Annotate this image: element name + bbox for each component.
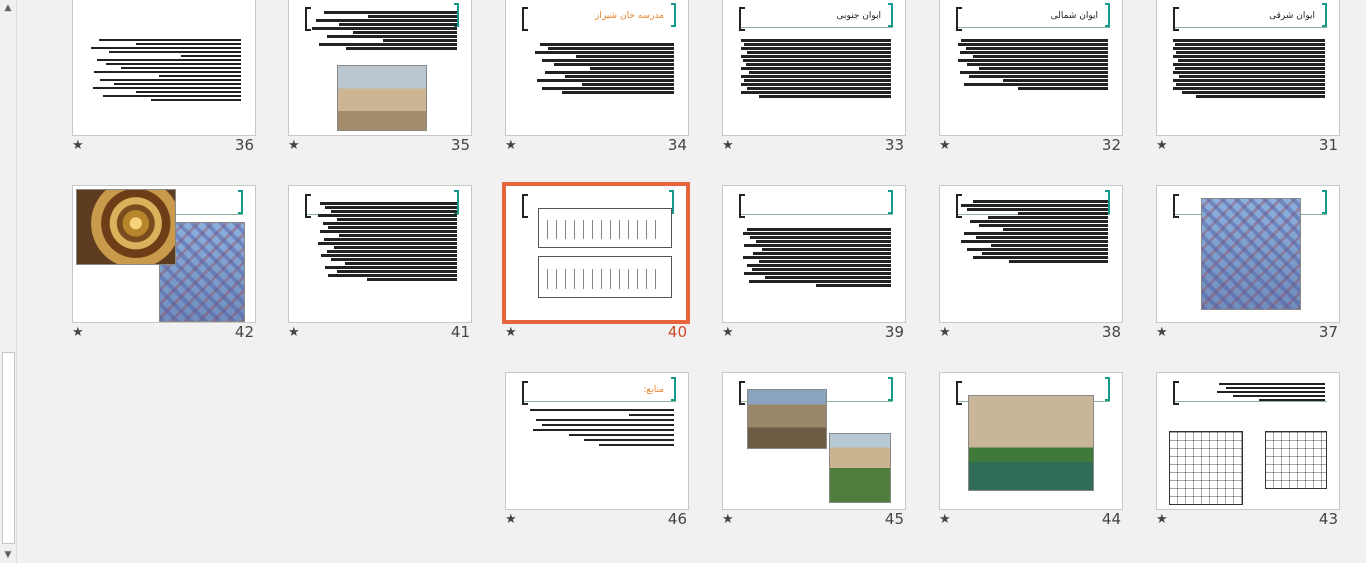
slide-number: 39 [884,323,904,341]
slide-number: 36 [234,136,254,154]
slide-star-icon: ★ [939,325,951,340]
slide-body-text [309,11,457,51]
slide-thumbnail-32[interactable]: ایوان شمالی ★ 32 [939,0,1123,158]
slide-thumbnail-33[interactable]: ایوان جنوبی ★ 33 [722,0,906,158]
slide-star-icon: ★ [1156,325,1168,340]
slide-thumbnail-39[interactable]: ★ 39 [722,185,906,345]
slide-star-icon: ★ [722,325,734,340]
slide-number: 32 [1101,136,1121,154]
slide-preview [1156,372,1340,510]
slide-body-text [91,39,241,103]
slide-body-text [958,39,1108,91]
slide-preview: ایوان جنوبی [722,0,906,136]
slide-thumbnail-42[interactable]: ★ 42 [72,185,256,345]
slide-photo [337,65,427,131]
slide-photo [968,395,1094,491]
slide-number: 37 [1318,323,1338,341]
slide-thumbnail-45[interactable]: ★ 45 [722,372,906,532]
floor-plan-drawing [1265,431,1327,489]
slide-body-text [1173,39,1325,99]
slide-thumbnail-37[interactable]: ★ 37 [1156,185,1340,345]
slide-thumbnail-46[interactable]: منابع: ★ 46 [505,372,689,532]
slide-title: ایوان جنوبی [836,11,881,21]
slide-thumbnail-31[interactable]: ایوان شرقی ★ 31 [1156,0,1340,158]
slide-thumbnail-41[interactable]: ★ 41 [288,185,472,345]
slide-body-text [1215,383,1325,403]
slide-preview [939,185,1123,323]
slide-star-icon: ★ [72,138,84,153]
slide-preview [722,372,906,510]
slide-star-icon: ★ [288,325,300,340]
slide-star-icon: ★ [722,138,734,153]
slide-preview [502,182,690,324]
slide-title: مدرسه خان شیراز [595,11,664,21]
scroll-down-icon[interactable]: ▼ [0,547,16,563]
slide-star-icon: ★ [1156,138,1168,153]
slide-photo [747,389,827,449]
slide-star-icon: ★ [72,325,84,340]
slide-star-icon: ★ [288,138,300,153]
slide-preview [288,185,472,323]
vertical-scrollbar[interactable]: ▲ ▼ [0,0,17,563]
references-list [524,409,674,449]
slide-thumbnail-36[interactable]: ★ 36 [72,0,256,158]
slide-body-text [534,43,674,95]
slide-number: 33 [884,136,904,154]
section-drawing [538,256,672,298]
slide-body-text [741,39,891,99]
slide-number: 45 [884,510,904,528]
slide-thumbnail-43[interactable]: ★ 43 [1156,372,1340,532]
scroll-thumb[interactable] [2,352,15,544]
slide-body-text [317,202,457,282]
slide-thumbnail-35[interactable]: ★ 35 [288,0,472,158]
slide-preview: منابع: [505,372,689,510]
slide-star-icon: ★ [505,325,517,340]
slide-photo [829,433,891,503]
slide-title: ایوان شرقی [1269,11,1315,21]
slide-number: 31 [1318,136,1338,154]
slide-star-icon: ★ [1156,512,1168,527]
slide-preview [288,0,472,136]
slide-preview: مدرسه خان شیراز [505,0,689,136]
slide-thumbnail-34[interactable]: مدرسه خان شیراز ★ 34 [505,0,689,158]
floor-plan-drawing [1169,431,1243,505]
slide-thumbnail-40[interactable]: ★ 40 [502,182,690,345]
slide-number: 44 [1101,510,1121,528]
slide-title: منابع: [643,385,664,395]
slide-body-text [958,200,1108,264]
scroll-up-icon[interactable]: ▲ [0,0,16,16]
slide-body-text [741,228,891,288]
slide-number: 35 [450,136,470,154]
slide-number: 40 [667,323,687,341]
slide-photo [76,189,176,265]
slide-number: 46 [667,510,687,528]
slide-number: 41 [450,323,470,341]
slide-preview [72,185,256,323]
slide-star-icon: ★ [939,138,951,153]
slide-number: 43 [1318,510,1338,528]
slide-number: 42 [234,323,254,341]
slide-number: 34 [667,136,687,154]
slide-star-icon: ★ [505,138,517,153]
slide-preview [72,0,256,136]
slide-title: ایوان شمالی [1050,11,1098,21]
slide-thumbnail-44[interactable]: ★ 44 [939,372,1123,532]
slide-preview [939,372,1123,510]
slide-preview: ایوان شرقی [1156,0,1340,136]
slide-number: 38 [1101,323,1121,341]
slide-photo [1201,198,1301,310]
slide-star-icon: ★ [939,512,951,527]
slide-thumbnail-38[interactable]: ★ 38 [939,185,1123,345]
slide-star-icon: ★ [722,512,734,527]
slide-preview: ایوان شمالی [939,0,1123,136]
slide-preview [722,185,906,323]
slide-star-icon: ★ [505,512,517,527]
elevation-drawing [538,208,672,248]
slide-preview [1156,185,1340,323]
